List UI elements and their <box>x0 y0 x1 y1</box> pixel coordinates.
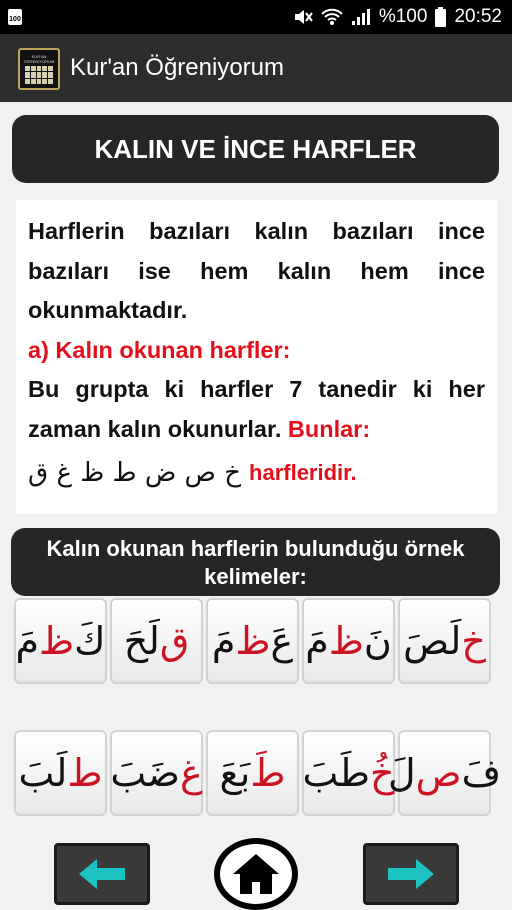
app-bar: KUR'AN ÖĞRENIYORUM Kur'an Öğreniyorum <box>0 34 512 102</box>
back-arrow-icon <box>79 859 125 889</box>
battery-notification-icon: 100 <box>8 9 22 25</box>
word-tile[interactable]: فَ ص لَ <box>388 730 501 816</box>
body-text: Bu grupta ki harfler 7 tanedir ki her za… <box>28 376 485 442</box>
word-tile[interactable]: طَ بَعَ <box>206 730 299 816</box>
lesson-text-card: Harflerin bazıları kalın bazıları ince b… <box>16 200 497 514</box>
examples-title: Kalın okunan harflerin bulunduğu örnek k… <box>46 536 465 589</box>
wifi-icon <box>321 8 343 25</box>
app-logo-text: KUR'AN ÖĞRENIYORUM <box>23 54 55 64</box>
battery-percent: %100 <box>378 6 428 27</box>
status-bar: 100 %100 20:52 <box>0 0 512 34</box>
mute-icon <box>294 10 313 24</box>
word-tile[interactable]: ط لَبَ <box>14 730 107 816</box>
home-icon <box>233 854 279 894</box>
lesson-header: KALIN VE İNCE HARFLER <box>12 115 499 183</box>
app-logo: KUR'AN ÖĞRENIYORUM <box>18 48 60 90</box>
clock: 20:52 <box>454 6 502 27</box>
app-title: Kur'an Öğreniyorum <box>70 54 285 81</box>
letters-suffix: harfleridir. <box>249 460 357 485</box>
app-logo-grid <box>25 66 53 84</box>
letters-line: خ ص ض ط ظ غ ق harfleridir. <box>28 451 485 495</box>
examples-header: Kalın okunan harflerin bulunduğu örnek k… <box>11 528 500 596</box>
word-tile[interactable]: نَ ظ مَ <box>302 598 395 684</box>
signal-icon <box>351 9 370 25</box>
word-tile[interactable]: غ ضَبَ <box>110 730 203 816</box>
examples-row-1: كَ ظ مَ ق لَحَ عَ ظ مَ نَ ظ مَ خ لَصَ <box>14 598 500 684</box>
back-button[interactable] <box>54 843 150 905</box>
lesson-title: KALIN VE İNCE HARFLER <box>94 133 417 164</box>
word-tile[interactable]: كَ ظ مَ <box>14 598 107 684</box>
notification-battery-level: 100 <box>9 16 21 23</box>
bunlar-label: Bunlar: <box>287 415 371 442</box>
section-a-body: Bu grupta ki harfler 7 tanedir ki her za… <box>28 370 485 449</box>
battery-icon <box>435 7 447 27</box>
word-tile[interactable]: خ لَصَ <box>398 598 491 684</box>
status-icons: %100 20:52 <box>293 0 502 34</box>
intro-paragraph: Harflerin bazıları kalın bazıları ince b… <box>28 218 485 323</box>
word-tile[interactable]: خُ طَبَ <box>302 730 395 816</box>
word-tile[interactable]: عَ ظ مَ <box>206 598 299 684</box>
home-button[interactable] <box>214 838 298 910</box>
forward-arrow-icon <box>388 859 434 889</box>
section-a-heading: a) Kalın okunan harfler: <box>28 336 291 363</box>
word-tile[interactable]: ق لَحَ <box>110 598 203 684</box>
thick-letters: خ ص ض ط ظ غ ق <box>28 458 242 488</box>
examples-row-2: ط لَبَ غ ضَبَ طَ بَعَ خُ طَبَ فَ ص لَ <box>14 730 501 816</box>
forward-button[interactable] <box>363 843 459 905</box>
